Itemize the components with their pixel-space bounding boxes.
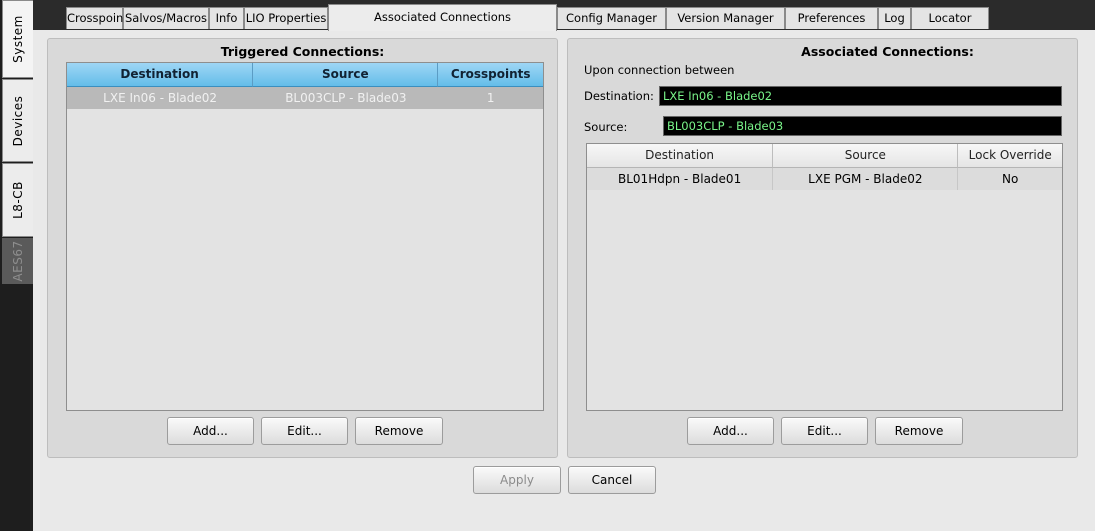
- add-button[interactable]: Add...: [687, 417, 774, 445]
- tab-config-manager[interactable]: Config Manager: [557, 7, 666, 29]
- upon-connection-label: Upon connection between: [584, 63, 735, 77]
- top-tab-bar: Crosspoint Salvos/Macros Info LIO Proper…: [33, 0, 1095, 31]
- associated-connections-panel: Associated Connections: Upon connection …: [567, 38, 1078, 458]
- cell-source: LXE PGM - Blade02: [773, 168, 959, 190]
- triggered-connections-table[interactable]: Destination Source Crosspoints LXE In06 …: [66, 62, 544, 411]
- column-header-destination[interactable]: Destination: [587, 144, 774, 168]
- side-tab-label: Devices: [11, 95, 25, 146]
- edit-button[interactable]: Edit...: [261, 417, 348, 445]
- cell-destination: BL01Hdpn - Blade01: [587, 168, 774, 190]
- table-header: Destination Source Crosspoints: [67, 63, 543, 87]
- cell-source: BL003CLP - Blade03: [285, 91, 407, 105]
- triggered-connections-title: Triggered Connections:: [220, 44, 385, 59]
- side-tab-label: AES67: [11, 240, 25, 282]
- tab-locator[interactable]: Locator: [911, 7, 989, 29]
- destination-field[interactable]: LXE In06 - Blade02: [659, 86, 1062, 106]
- tab-version-manager[interactable]: Version Manager: [666, 7, 785, 29]
- column-header-destination[interactable]: Destination: [67, 63, 254, 87]
- side-tab-label: System: [11, 15, 25, 63]
- side-tab-aes67: AES67: [2, 238, 33, 284]
- source-label: Source:: [584, 120, 628, 134]
- column-header-crosspoints[interactable]: Crosspoints: [438, 63, 543, 87]
- side-tab-devices[interactable]: Devices: [2, 79, 33, 162]
- remove-button[interactable]: Remove: [355, 417, 443, 445]
- add-button[interactable]: Add...: [167, 417, 254, 445]
- destination-label: Destination:: [584, 89, 654, 103]
- tab-associated-connections[interactable]: Associated Connections: [328, 4, 557, 31]
- triggered-connections-panel: Triggered Connections: Destination Sourc…: [47, 38, 558, 458]
- column-header-source[interactable]: Source: [773, 144, 959, 168]
- tab-lio-properties[interactable]: LIO Properties: [244, 7, 328, 29]
- associated-connections-title: Associated Connections:: [801, 44, 974, 59]
- table-row[interactable]: LXE In06 - Blade02 BL003CLP - Blade03 1: [67, 87, 543, 109]
- column-header-source[interactable]: Source: [253, 63, 439, 87]
- side-tab-system[interactable]: System: [2, 0, 33, 78]
- source-field[interactable]: BL003CLP - Blade03: [663, 116, 1062, 136]
- tab-salvos-macros[interactable]: Salvos/Macros: [123, 7, 209, 29]
- column-header-lock-override[interactable]: Lock Override: [958, 144, 1062, 168]
- table-row[interactable]: BL01Hdpn - Blade01 LXE PGM - Blade02 No: [587, 168, 1062, 190]
- cell-lock-override: No: [1002, 172, 1019, 186]
- apply-button[interactable]: Apply: [473, 466, 561, 494]
- table-header: Destination Source Lock Override: [587, 144, 1062, 168]
- tab-preferences[interactable]: Preferences: [785, 7, 878, 29]
- side-tab-strip: System Devices L8-CB AES67: [0, 0, 33, 531]
- associated-connections-table[interactable]: Destination Source Lock Override BL01Hdp…: [586, 143, 1063, 411]
- main-area: Crosspoint Salvos/Macros Info LIO Proper…: [33, 0, 1095, 531]
- tab-crosspoint[interactable]: Crosspoint: [66, 7, 128, 29]
- side-tab-label: L8-CB: [11, 181, 25, 219]
- cancel-button[interactable]: Cancel: [568, 466, 656, 494]
- tab-log[interactable]: Log: [878, 7, 911, 29]
- side-tab-l8-cb[interactable]: L8-CB: [2, 163, 33, 237]
- remove-button[interactable]: Remove: [875, 417, 963, 445]
- cell-destination: LXE In06 - Blade02: [103, 91, 218, 105]
- tab-info[interactable]: Info: [209, 7, 244, 29]
- cell-crosspoints: 1: [486, 91, 495, 105]
- edit-button[interactable]: Edit...: [781, 417, 868, 445]
